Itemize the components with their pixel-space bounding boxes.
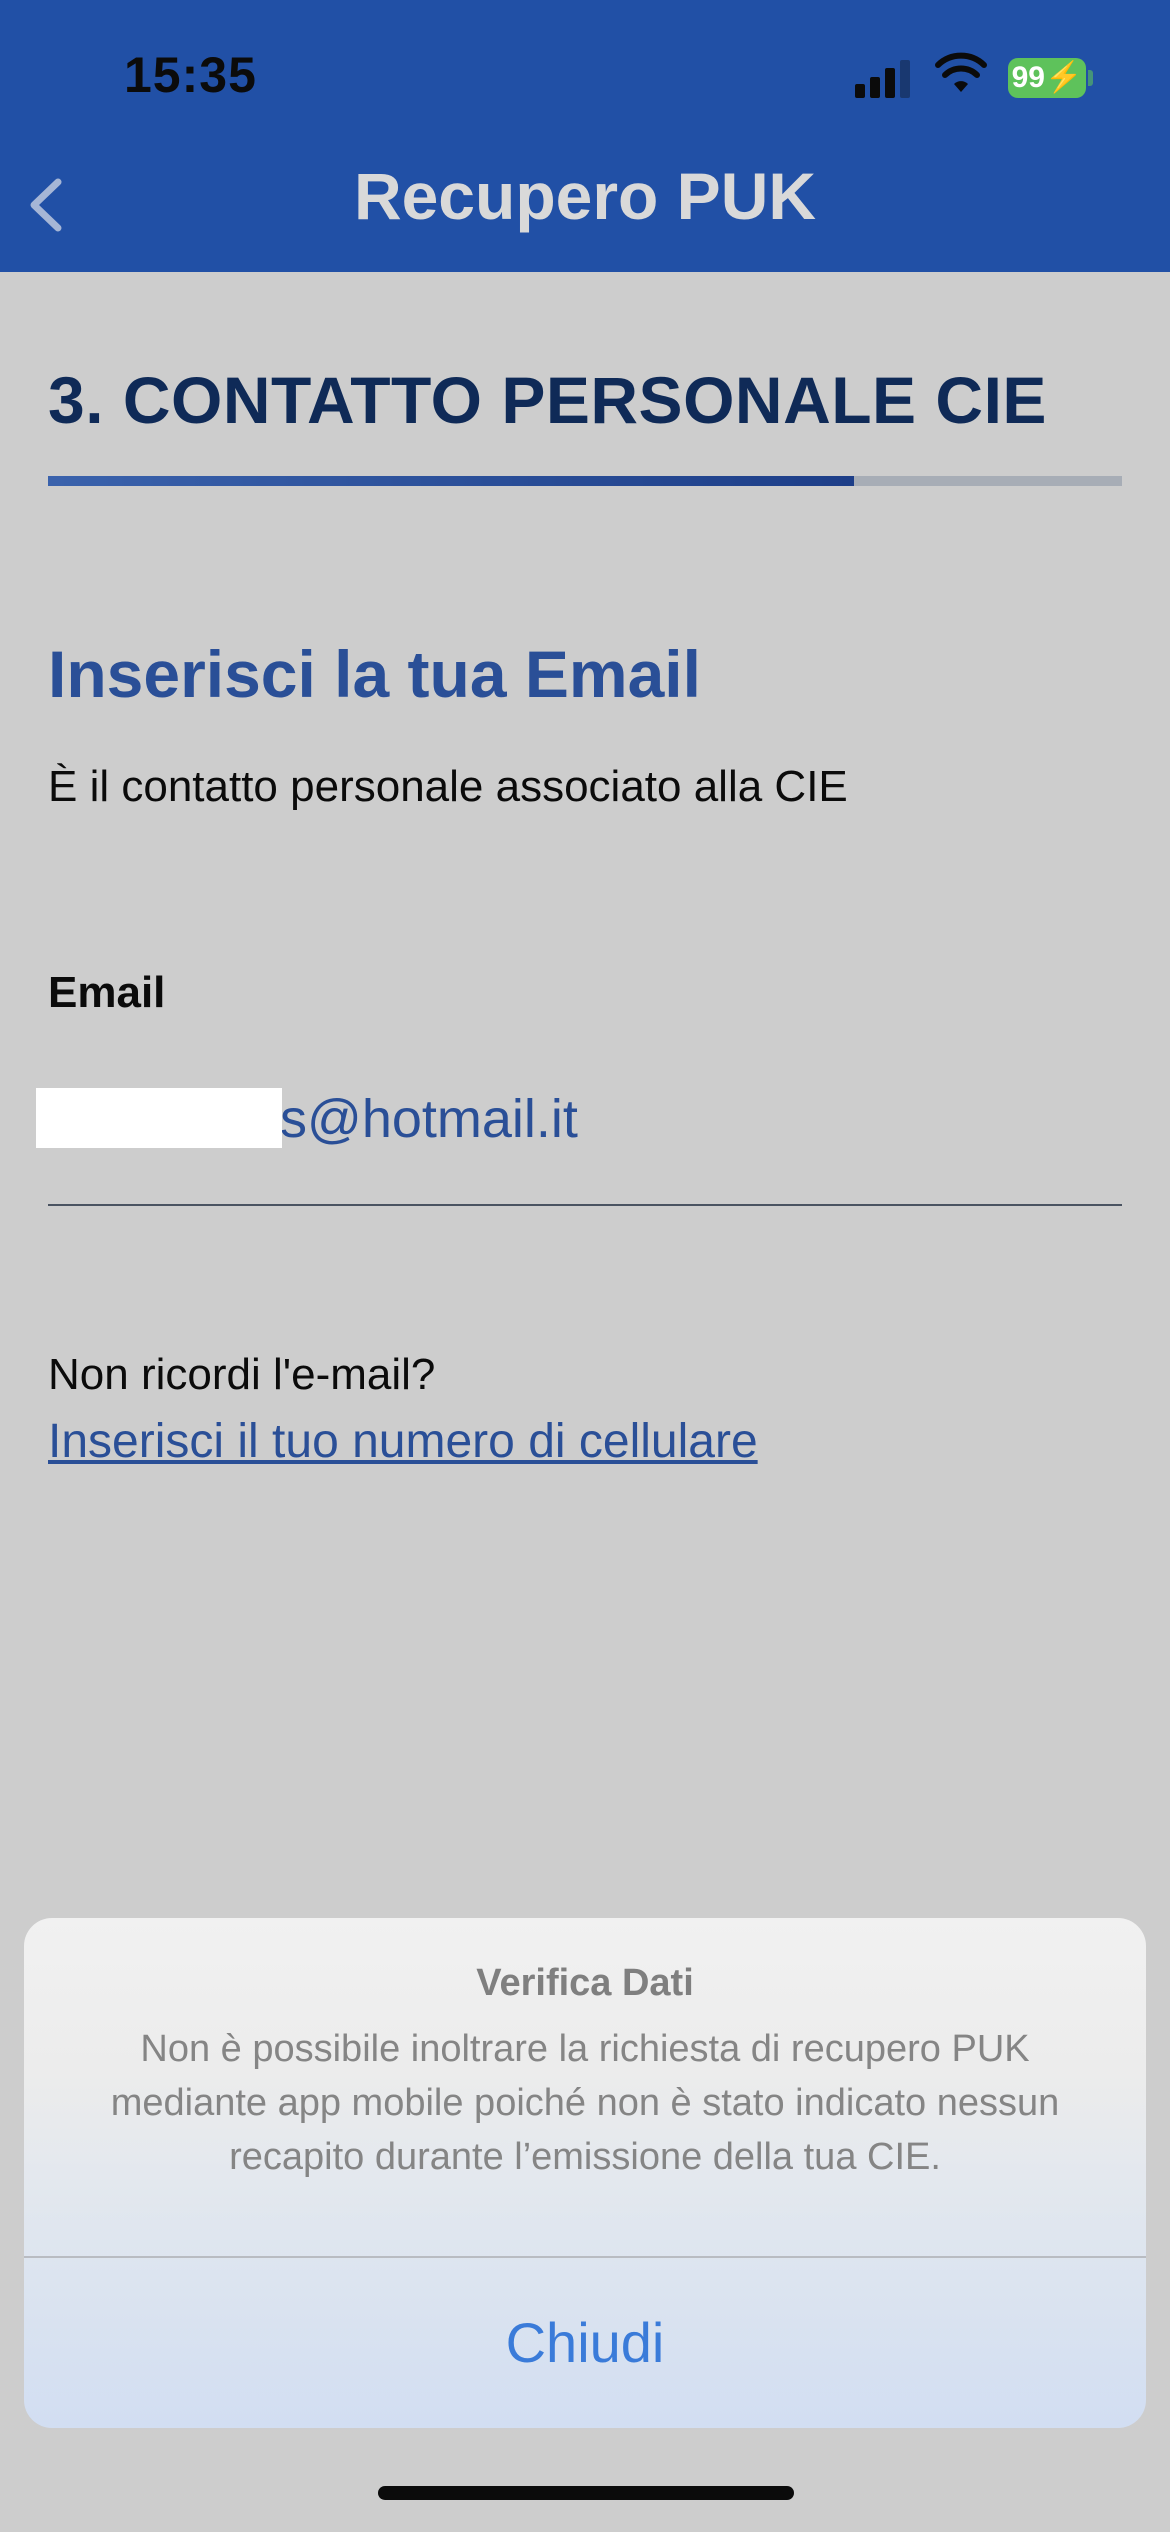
step-progress-bar [48, 476, 1122, 486]
email-value: s@hotmail.it [280, 1089, 578, 1149]
battery-tip [1088, 70, 1093, 86]
step-progress-fill [48, 476, 854, 486]
email-underline [48, 1204, 1122, 1206]
charging-bolt-icon: ⚡ [1045, 61, 1083, 94]
section-subtitle: È il contatto personale associato alla C… [48, 762, 848, 811]
forgot-email-text: Non ricordi l'e-mail? [48, 1350, 436, 1399]
status-time: 15:35 [124, 47, 257, 103]
section-title: Inserisci la tua Email [48, 637, 701, 711]
header-bar: 15:35 99⚡ Recupero PUK [0, 0, 1170, 272]
phone-number-link[interactable]: Inserisci il tuo numero di cellulare [48, 1414, 758, 1469]
close-button[interactable]: Chiudi [24, 2258, 1146, 2428]
alert-dialog: Verifica Dati Non è possibile inoltrare … [24, 1918, 1146, 2428]
email-label: Email [48, 968, 166, 1017]
dialog-message: Non è possibile inoltrare la richiesta d… [110, 2028, 1060, 2178]
step-title: 3. CONTATTO PERSONALE CIE [48, 363, 1047, 437]
page-title: Recupero PUK [353, 159, 817, 233]
dialog-title: Verifica Dati [476, 1962, 694, 2004]
battery-icon: 99⚡ [1008, 58, 1086, 98]
wifi-icon [935, 52, 987, 92]
battery-level: 99 [1011, 61, 1045, 94]
cellular-signal-icon [855, 58, 915, 98]
home-indicator[interactable] [378, 2486, 794, 2500]
redaction-box [36, 1088, 282, 1148]
